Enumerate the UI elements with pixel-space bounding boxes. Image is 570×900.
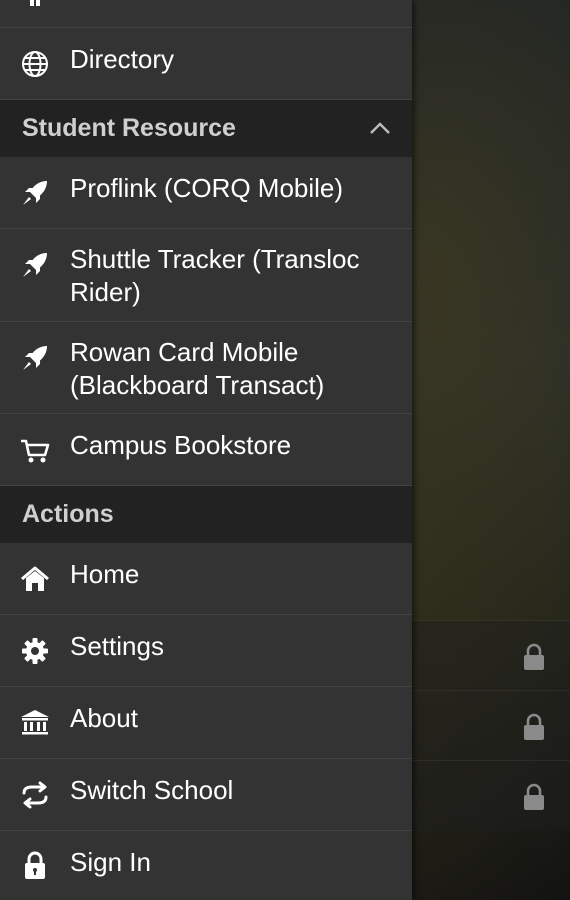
- partial-icon: [20, 0, 50, 20]
- drawer-item-label: Home: [70, 559, 140, 589]
- drawer-item-label: Switch School: [70, 775, 234, 805]
- drawer-item-campus-bookstore[interactable]: Campus Bookstore: [0, 414, 412, 486]
- drawer-item-label: Sign In: [70, 847, 151, 877]
- rocket-icon: [20, 343, 50, 373]
- drawer-item-settings[interactable]: Settings: [0, 615, 412, 687]
- home-icon: [20, 564, 50, 594]
- rocket-icon: [20, 178, 50, 208]
- lock-icon: [524, 783, 544, 810]
- drawer-item-label: Settings: [70, 631, 164, 661]
- bank-icon: [20, 708, 50, 738]
- section-header-student-resource[interactable]: Student Resource: [0, 100, 412, 157]
- drawer-item-label: Campus Bookstore: [70, 430, 292, 460]
- drawer-item-directory[interactable]: Directory: [0, 28, 412, 100]
- drawer-item-label: Proflink (CORQ Mobile): [70, 173, 344, 203]
- drawer-item-switch-school[interactable]: Switch School: [0, 759, 412, 831]
- swap-arrows-icon: [20, 780, 50, 810]
- lock-icon: [524, 713, 544, 740]
- rocket-icon: [20, 250, 50, 280]
- lock-icon: [524, 643, 544, 670]
- globe-icon: [20, 49, 50, 79]
- drawer-item-label: Rowan Card Mobile (Blackboard Transact): [70, 337, 325, 400]
- drawer-item-home[interactable]: Home: [0, 543, 412, 615]
- drawer-item-sign-in[interactable]: Sign In: [0, 831, 412, 900]
- navigation-drawer: Directory Student Resource Proflink (COR…: [0, 0, 412, 900]
- drawer-item-partial[interactable]: [0, 0, 412, 28]
- drawer-item-proflink[interactable]: Proflink (CORQ Mobile): [0, 157, 412, 229]
- section-title: Actions: [22, 500, 114, 528]
- chevron-up-icon[interactable]: [368, 118, 392, 138]
- cart-icon: [20, 435, 50, 465]
- drawer-item-shuttle-tracker[interactable]: Shuttle Tracker (Transloc Rider): [0, 229, 412, 322]
- drawer-item-label: About: [70, 703, 138, 733]
- drawer-item-label: Shuttle Tracker (Transloc Rider): [70, 244, 360, 307]
- drawer-item-about[interactable]: About: [0, 687, 412, 759]
- section-header-actions: Actions: [0, 486, 412, 543]
- lock-icon: [20, 850, 50, 880]
- drawer-item-rowan-card[interactable]: Rowan Card Mobile (Blackboard Transact): [0, 322, 412, 414]
- gear-icon: [20, 636, 50, 666]
- drawer-item-label: Directory: [70, 44, 175, 74]
- section-title: Student Resource: [22, 114, 236, 142]
